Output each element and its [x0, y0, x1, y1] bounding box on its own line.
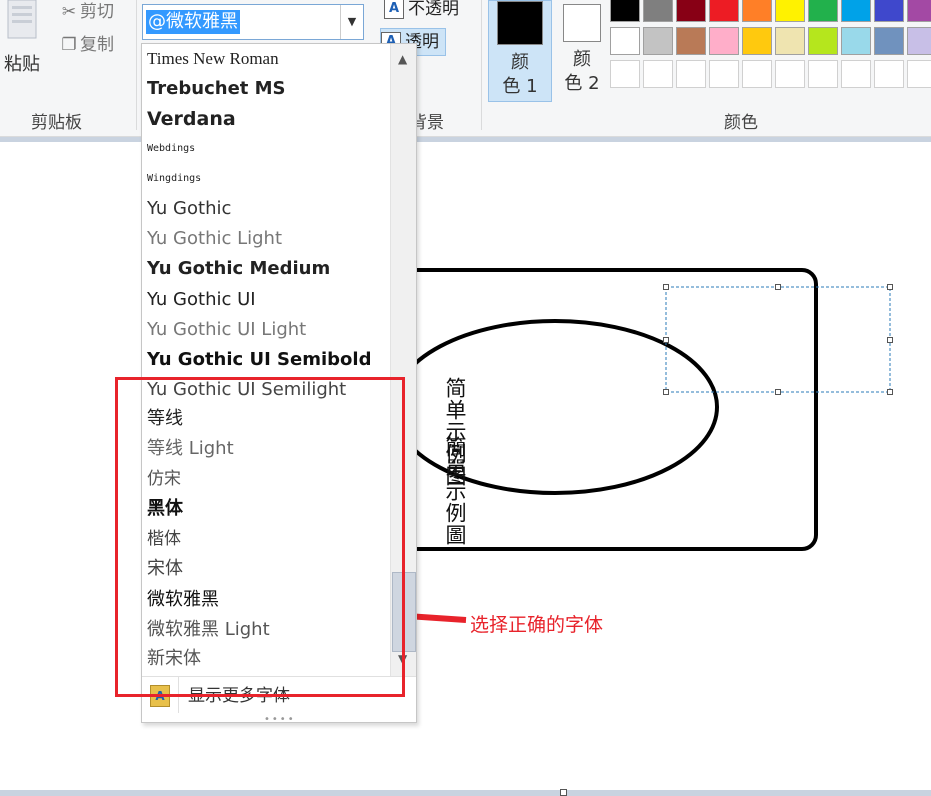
font-option[interactable]: Yu Gothic Medium	[147, 254, 330, 284]
scroll-up-icon[interactable]: ▲	[398, 52, 407, 66]
font-option[interactable]: Webdings	[147, 134, 195, 164]
font-option[interactable]: Yu Gothic UI Light	[147, 315, 306, 345]
font-option[interactable]: Verdana	[147, 104, 236, 134]
annotation-text: 选择正确的字体	[470, 614, 604, 636]
font-option[interactable]: Yu Gothic UI	[147, 285, 256, 315]
annotation-highlight-box	[115, 377, 405, 697]
canvas-resize-handle[interactable]	[560, 789, 567, 796]
canvas-bottom-edge	[0, 790, 931, 796]
canvas-text-traditional: 簡單示例圖	[443, 436, 467, 546]
font-option[interactable]: Yu Gothic UI Semibold	[147, 345, 371, 375]
font-option[interactable]: Yu Gothic Light	[147, 224, 282, 254]
font-option[interactable]: Yu Gothic	[147, 194, 231, 224]
font-option[interactable]: Trebuchet MS	[147, 74, 286, 104]
resize-grip-icon[interactable]: ••••	[264, 714, 296, 722]
font-option[interactable]: Times New Roman	[147, 44, 279, 74]
font-option[interactable]: Wingdings	[147, 164, 201, 194]
